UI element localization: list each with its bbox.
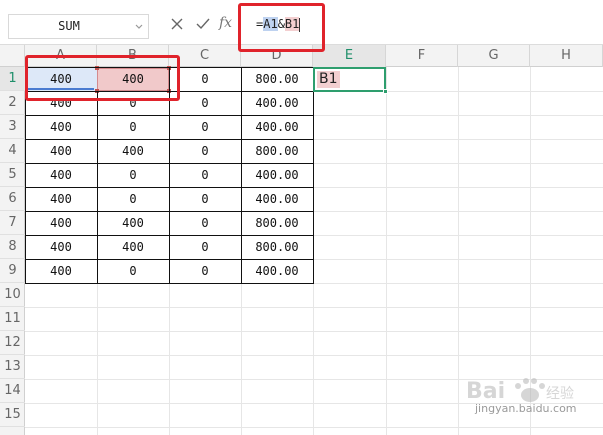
row-header-5[interactable]: 5 xyxy=(0,163,25,187)
row-header-7[interactable]: 7 xyxy=(0,211,25,235)
cell-a3[interactable]: 400 xyxy=(25,115,97,139)
row-header-3[interactable]: 3 xyxy=(0,115,25,139)
cells-annotation-box xyxy=(25,55,180,101)
confirm-check-icon[interactable] xyxy=(194,15,212,33)
row-header-15[interactable]: 15 xyxy=(0,403,25,427)
row-header-2[interactable]: 2 xyxy=(0,91,25,115)
cell-d4[interactable]: 800.00 xyxy=(241,139,313,163)
cell-d6[interactable]: 400.00 xyxy=(241,187,313,211)
cell-b7[interactable]: 400 xyxy=(97,211,169,235)
cell-d5[interactable]: 400.00 xyxy=(241,163,313,187)
column-header-f[interactable]: F xyxy=(386,45,458,67)
cell-b4[interactable]: 400 xyxy=(97,139,169,163)
column-header-g[interactable]: G xyxy=(458,45,530,67)
cell-d2[interactable]: 400.00 xyxy=(241,91,313,115)
svg-text:经验: 经验 xyxy=(546,386,574,402)
cell-a6[interactable]: 400 xyxy=(25,187,97,211)
chevron-down-icon[interactable] xyxy=(134,21,144,31)
cell-b3[interactable]: 0 xyxy=(97,115,169,139)
cancel-x-icon[interactable] xyxy=(168,15,186,33)
row-header-10[interactable]: 10 xyxy=(0,283,25,307)
name-box-value: SUM xyxy=(58,19,80,33)
cell-c7[interactable]: 0 xyxy=(169,211,241,235)
name-box[interactable]: SUM xyxy=(8,14,149,39)
cell-d8[interactable]: 800.00 xyxy=(241,235,313,259)
row-header: 1 2 3 4 5 6 7 8 9 10 11 12 13 14 15 xyxy=(0,67,25,435)
cell-b9[interactable]: 0 xyxy=(97,259,169,283)
cell-d9[interactable]: 400.00 xyxy=(241,259,313,283)
row-header-13[interactable]: 13 xyxy=(0,355,25,379)
cell-c8[interactable]: 0 xyxy=(169,235,241,259)
row-header-6[interactable]: 6 xyxy=(0,187,25,211)
active-cell-value: B1 xyxy=(317,71,340,88)
svg-text:Bai: Bai xyxy=(466,379,505,404)
row-header-4[interactable]: 4 xyxy=(0,139,25,163)
fill-handle[interactable] xyxy=(383,89,388,94)
cell-c4[interactable]: 0 xyxy=(169,139,241,163)
cell-a8[interactable]: 400 xyxy=(25,235,97,259)
cell-b8[interactable]: 400 xyxy=(97,235,169,259)
cell-c3[interactable]: 0 xyxy=(169,115,241,139)
row-header-12[interactable]: 12 xyxy=(0,331,25,355)
watermark-text: jingyan.baidu.com xyxy=(475,402,577,415)
cell-c5[interactable]: 0 xyxy=(169,163,241,187)
row-header-1[interactable]: 1 xyxy=(0,67,25,91)
cell-b6[interactable]: 0 xyxy=(97,187,169,211)
row-header-9[interactable]: 9 xyxy=(0,259,25,283)
fx-label[interactable]: fx xyxy=(219,15,232,31)
row-header-14[interactable]: 14 xyxy=(0,379,25,403)
cell-d7[interactable]: 800.00 xyxy=(241,211,313,235)
cell-a4[interactable]: 400 xyxy=(25,139,97,163)
row-header-8[interactable]: 8 xyxy=(0,235,25,259)
select-all-corner[interactable] xyxy=(0,45,25,67)
active-cell-e1[interactable]: B1 xyxy=(313,67,388,94)
formula-annotation-box xyxy=(238,3,325,52)
cell-c9[interactable]: 0 xyxy=(169,259,241,283)
cell-a5[interactable]: 400 xyxy=(25,163,97,187)
row-header-11[interactable]: 11 xyxy=(0,307,25,331)
cell-c6[interactable]: 0 xyxy=(169,187,241,211)
cell-d1[interactable]: 800.00 xyxy=(241,67,313,91)
cell-b5[interactable]: 0 xyxy=(97,163,169,187)
cell-a7[interactable]: 400 xyxy=(25,211,97,235)
baidu-watermark-logo: Bai 经验 xyxy=(466,378,574,404)
cell-d3[interactable]: 400.00 xyxy=(241,115,313,139)
column-header-h[interactable]: H xyxy=(530,45,603,67)
cell-a9[interactable]: 400 xyxy=(25,259,97,283)
